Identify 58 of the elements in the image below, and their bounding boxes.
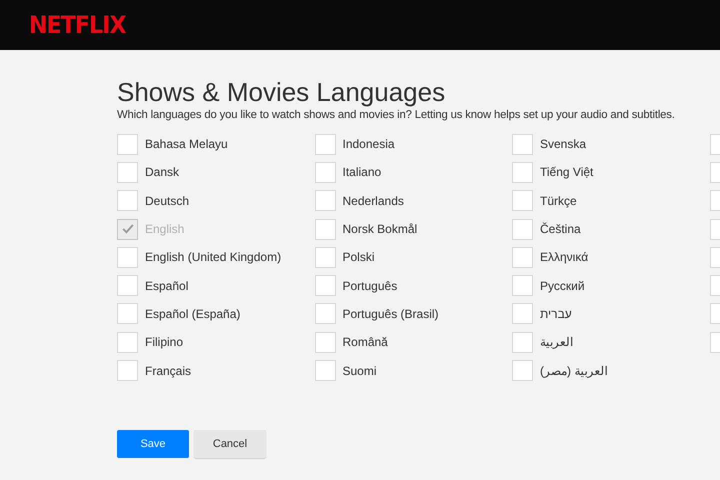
checkbox[interactable] (117, 190, 138, 212)
language-label: English (145, 222, 184, 236)
save-button[interactable]: Save (117, 430, 189, 458)
checkbox[interactable] (314, 360, 336, 382)
language-label: Español (España) (145, 306, 240, 321)
language-label: Indonesia (342, 137, 395, 152)
language-label: Nederlands (342, 194, 404, 208)
language-label: Español (145, 278, 188, 293)
page-subtitle: Which languages do you like to watch shows and movies in? Letting us know helps set up your audio and subtitles. (117, 109, 676, 121)
language-label: Română (342, 335, 388, 350)
language-label: Dansk (145, 165, 180, 180)
page-title: Shows & Movies Languages (117, 77, 446, 107)
checkbox[interactable] (512, 246, 533, 268)
language-label: Türkçe (540, 194, 577, 208)
language-label: Suomi (342, 364, 377, 378)
checkbox[interactable] (512, 275, 533, 296)
language-label: Polski (342, 250, 375, 264)
checkbox[interactable] (512, 303, 533, 324)
language-label: Norsk Bokmål (342, 222, 418, 236)
checkbox[interactable] (512, 218, 533, 240)
checkbox[interactable] (117, 303, 138, 324)
language-label: Filipino (145, 335, 184, 350)
checkbox[interactable] (512, 134, 533, 155)
language-label: العربية (540, 335, 573, 350)
checkbox[interactable] (512, 162, 533, 183)
checkbox[interactable] (314, 190, 336, 212)
checkbox[interactable] (512, 360, 533, 382)
checkbox[interactable] (314, 246, 336, 268)
checkbox[interactable] (314, 303, 336, 324)
checkbox[interactable] (117, 360, 138, 382)
language-label: العربية (مصر) (540, 364, 608, 378)
checkbox[interactable] (117, 162, 138, 183)
checkbox[interactable] (314, 134, 336, 155)
checkbox[interactable] (117, 332, 138, 353)
checkbox[interactable] (314, 162, 336, 183)
language-label: Čeština (540, 222, 581, 236)
checkbox[interactable] (512, 190, 533, 212)
checkbox[interactable] (117, 246, 138, 268)
language-label: Русский (540, 278, 585, 293)
language-label: Ελληνικά (540, 250, 588, 264)
language-label: Français (145, 364, 192, 378)
language-label: Português (342, 278, 398, 293)
language-label: Svenska (540, 137, 586, 152)
language-label: English (United Kingdom) (145, 250, 282, 264)
language-label: Italiano (342, 165, 382, 180)
language-label: Bahasa Melayu (145, 137, 228, 152)
language-label: Tiếng Việt (540, 165, 594, 180)
cancel-button[interactable]: Cancel (194, 430, 266, 458)
checkbox[interactable] (314, 332, 336, 353)
checkbox[interactable] (314, 275, 336, 296)
language-label: עברית (540, 306, 572, 321)
checkbox[interactable] (117, 275, 138, 296)
language-label: Deutsch (145, 194, 190, 208)
netflix-logo: NETFLIX (29, 11, 126, 39)
language-label: Português (Brasil) (342, 306, 439, 321)
checkbox[interactable] (512, 332, 533, 353)
checkbox[interactable] (117, 134, 138, 155)
checkbox[interactable] (314, 218, 336, 240)
